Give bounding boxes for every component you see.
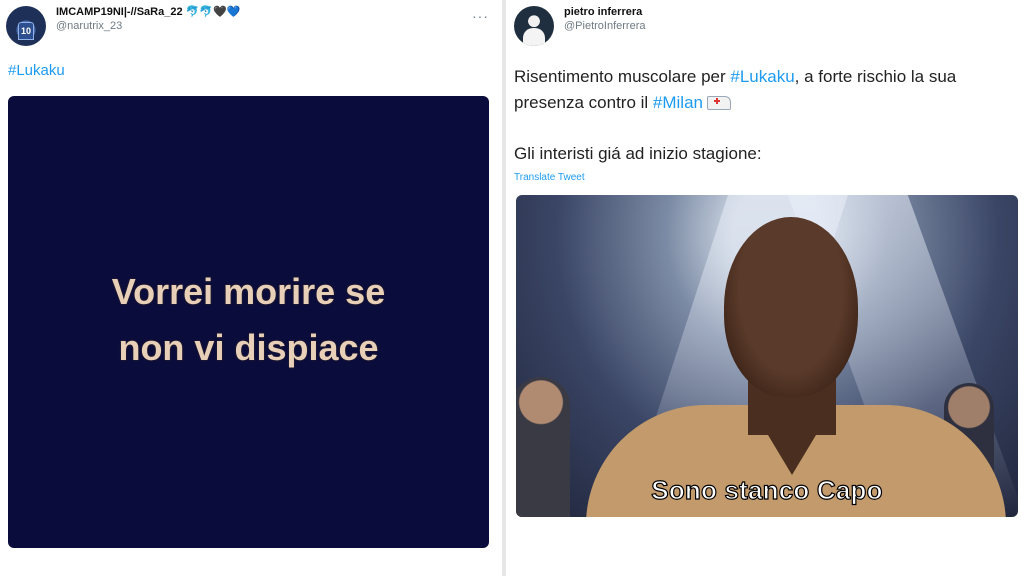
media-caption-line: Vorrei morire se xyxy=(111,271,386,312)
display-name[interactable]: IMCAMP19NI|-//SaRa_22 🐬🐬🖤💙 xyxy=(56,6,240,20)
hashtag-link[interactable]: #Lukaku xyxy=(8,62,65,79)
ambulance-icon xyxy=(707,96,731,111)
tweet-text: #Lukaku xyxy=(8,62,65,79)
person-icon xyxy=(523,28,545,46)
tweet-right-header: pietro inferrera @PietroInferrera xyxy=(514,6,645,46)
tweet-media-image[interactable]: Vorrei morire se non vi dispiace xyxy=(8,96,489,548)
media-caption: Vorrei morire se non vi dispiace xyxy=(8,264,489,376)
user-handle[interactable]: @narutrix_23 xyxy=(56,20,240,34)
user-handle[interactable]: @PietroInferrera xyxy=(564,20,645,34)
avatar[interactable]: 10 xyxy=(6,6,46,46)
tweet-left-header: 10 IMCAMP19NI|-//SaRa_22 🐬🐬🖤💙 @narutrix_… xyxy=(6,6,240,46)
hashtag-link[interactable]: #Lukaku xyxy=(730,67,794,86)
tweet-text-paragraph: Gli interisti giá ad inizio stagione: xyxy=(514,144,762,163)
media-caption: Sono stanco Capo xyxy=(651,474,883,505)
display-name[interactable]: pietro inferrera xyxy=(564,6,645,20)
tweet-right: pietro inferrera @PietroInferrera Risent… xyxy=(506,0,1024,576)
tweet-left: 10 IMCAMP19NI|-//SaRa_22 🐬🐬🖤💙 @narutrix_… xyxy=(0,0,502,576)
translate-tweet-link[interactable]: Translate Tweet xyxy=(514,172,585,183)
hashtag-link[interactable]: #Milan xyxy=(653,93,703,112)
tweet-media-image[interactable]: Sono stanco Capo xyxy=(516,195,1018,517)
man-head xyxy=(724,217,858,397)
jersey-icon: 10 xyxy=(18,22,34,40)
tweet-text-part: Risentimento muscolare per xyxy=(514,67,731,86)
tweet-text: Risentimento muscolare per #Lukaku, a fo… xyxy=(514,64,1024,117)
screenshot-collage: 10 IMCAMP19NI|-//SaRa_22 🐬🐬🖤💙 @narutrix_… xyxy=(0,0,1024,576)
media-caption-line: non vi dispiace xyxy=(118,326,379,368)
user-names: pietro inferrera @PietroInferrera xyxy=(564,6,645,34)
avatar[interactable] xyxy=(514,6,554,46)
more-options-icon[interactable]: ··· xyxy=(472,8,489,24)
user-names: IMCAMP19NI|-//SaRa_22 🐬🐬🖤💙 @narutrix_23 xyxy=(56,6,240,34)
